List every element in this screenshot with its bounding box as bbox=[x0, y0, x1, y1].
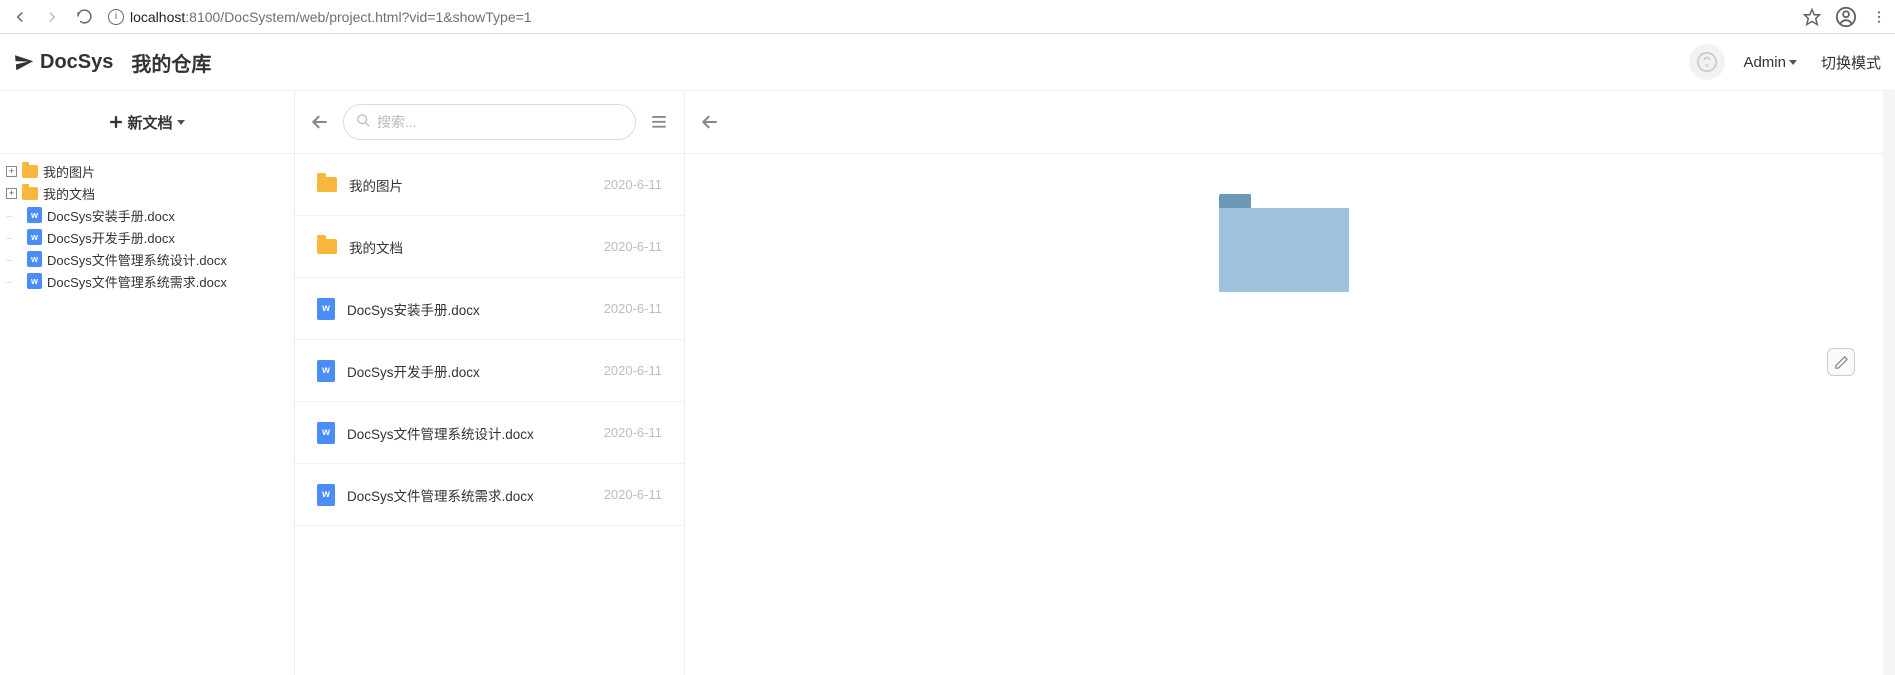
browser-forward-button bbox=[40, 5, 64, 29]
tree-connector: ┈ bbox=[6, 230, 24, 245]
tree-pane: 新文档 +我的图片+我的文档┈wDocSys安装手册.docx┈wDocSys开… bbox=[0, 91, 295, 675]
word-file-icon: w bbox=[317, 422, 335, 444]
list-item-name: 我的图片 bbox=[349, 175, 592, 195]
site-info-icon[interactable]: i bbox=[108, 9, 124, 25]
list-back-button[interactable] bbox=[307, 109, 333, 135]
word-file-icon: w bbox=[27, 251, 42, 267]
tree-expand-icon[interactable]: + bbox=[6, 188, 17, 199]
page-title: 我的仓库 bbox=[131, 48, 211, 77]
list-item[interactable]: 我的文档 2020-6-11 bbox=[295, 216, 684, 278]
tree-file-node[interactable]: ┈w DocSys文件管理系统需求.docx bbox=[6, 270, 288, 292]
list-item-date: 2020-6-11 bbox=[604, 363, 662, 378]
search-icon bbox=[356, 113, 371, 131]
list-item-name: DocSys文件管理系统设计.docx bbox=[347, 423, 592, 443]
word-file-icon: w bbox=[317, 484, 335, 506]
search-input[interactable] bbox=[377, 114, 623, 130]
view-mode-list-button[interactable] bbox=[646, 109, 672, 135]
url-host: localhost bbox=[130, 9, 185, 25]
caret-down-icon bbox=[177, 120, 185, 125]
tree-expand-icon[interactable]: + bbox=[6, 166, 17, 177]
list-item[interactable]: 我的图片 2020-6-11 bbox=[295, 154, 684, 216]
app-header: DocSys 我的仓库 Admin 切换模式 bbox=[0, 34, 1895, 91]
tree-connector: ┈ bbox=[6, 274, 24, 289]
folder-icon bbox=[22, 165, 38, 178]
list-item-date: 2020-6-11 bbox=[604, 425, 662, 440]
tree-toolbar: 新文档 bbox=[0, 91, 294, 154]
word-file-icon: w bbox=[27, 229, 42, 245]
tree-folder-node[interactable]: + 我的文档 bbox=[6, 182, 288, 204]
folder-preview-icon bbox=[1219, 194, 1349, 292]
url-path: :8100/DocSystem/web/project.html?vid=1&s… bbox=[185, 9, 531, 25]
folder-icon bbox=[317, 177, 337, 192]
list-item-date: 2020-6-11 bbox=[604, 487, 662, 502]
list-item-name: DocSys安装手册.docx bbox=[347, 299, 592, 319]
tree-node-label: 我的文档 bbox=[43, 184, 95, 203]
list-item-name: DocSys文件管理系统需求.docx bbox=[347, 485, 592, 505]
word-file-icon: w bbox=[27, 207, 42, 223]
tree-file-node[interactable]: ┈w DocSys开发手册.docx bbox=[6, 226, 288, 248]
brand-name: DocSys bbox=[40, 51, 113, 74]
list-item-name: DocSys开发手册.docx bbox=[347, 361, 592, 381]
tree-file-node[interactable]: ┈w DocSys安装手册.docx bbox=[6, 204, 288, 226]
tree-node-label: DocSys文件管理系统需求.docx bbox=[47, 272, 227, 291]
tree-node-label: 我的图片 bbox=[43, 162, 95, 181]
list-item-date: 2020-6-11 bbox=[604, 301, 662, 316]
file-tree: +我的图片+我的文档┈wDocSys安装手册.docx┈wDocSys开发手册.… bbox=[0, 154, 294, 298]
list-item[interactable]: w DocSys文件管理系统设计.docx 2020-6-11 bbox=[295, 402, 684, 464]
brand-logo[interactable]: DocSys bbox=[14, 51, 113, 74]
tree-node-label: DocSys文件管理系统设计.docx bbox=[47, 250, 227, 269]
browser-menu-icon[interactable] bbox=[1871, 9, 1887, 25]
tree-connector: ┈ bbox=[6, 208, 24, 223]
browser-profile-icon[interactable] bbox=[1835, 6, 1857, 28]
tree-folder-node[interactable]: + 我的图片 bbox=[6, 160, 288, 182]
list-item[interactable]: w DocSys文件管理系统需求.docx 2020-6-11 bbox=[295, 464, 684, 526]
caret-down-icon bbox=[1789, 60, 1797, 65]
list-item[interactable]: w DocSys安装手册.docx 2020-6-11 bbox=[295, 278, 684, 340]
search-box[interactable] bbox=[343, 104, 636, 140]
detail-pane bbox=[685, 91, 1883, 675]
list-item-name: 我的文档 bbox=[349, 237, 592, 257]
tree-file-node[interactable]: ┈w DocSys文件管理系统设计.docx bbox=[6, 248, 288, 270]
new-document-label: 新文档 bbox=[127, 112, 172, 133]
file-list: 我的图片 2020-6-11 我的文档 2020-6-11 w DocSys安装手册.do… bbox=[295, 154, 684, 675]
tree-node-label: DocSys开发手册.docx bbox=[47, 228, 175, 247]
list-item-date: 2020-6-11 bbox=[604, 239, 662, 254]
list-item[interactable]: w DocSys开发手册.docx 2020-6-11 bbox=[295, 340, 684, 402]
detail-body bbox=[685, 154, 1883, 675]
switch-mode-link[interactable]: 切换模式 bbox=[1821, 52, 1881, 73]
list-pane: 我的图片 2020-6-11 我的文档 2020-6-11 w DocSys安装手册.do… bbox=[295, 91, 685, 675]
tree-connector: ┈ bbox=[6, 252, 24, 267]
detail-toolbar bbox=[685, 91, 1883, 154]
folder-icon bbox=[317, 239, 337, 254]
browser-url-bar[interactable]: i localhost:8100/DocSystem/web/project.h… bbox=[104, 9, 1795, 25]
list-toolbar bbox=[295, 91, 684, 154]
browser-reload-button[interactable] bbox=[72, 5, 96, 29]
word-file-icon: w bbox=[317, 360, 335, 382]
browser-chrome: i localhost:8100/DocSystem/web/project.h… bbox=[0, 0, 1895, 34]
admin-dropdown[interactable]: Admin bbox=[1743, 54, 1797, 71]
new-document-button[interactable]: 新文档 bbox=[109, 112, 184, 133]
list-item-date: 2020-6-11 bbox=[604, 177, 662, 192]
main-layout: 新文档 +我的图片+我的文档┈wDocSys安装手册.docx┈wDocSys开… bbox=[0, 91, 1895, 675]
word-file-icon: w bbox=[317, 298, 335, 320]
browser-back-button[interactable] bbox=[8, 5, 32, 29]
avatar[interactable] bbox=[1689, 44, 1725, 80]
folder-icon bbox=[22, 187, 38, 200]
word-file-icon: w bbox=[27, 273, 42, 289]
admin-label: Admin bbox=[1743, 54, 1786, 71]
edit-button[interactable] bbox=[1827, 348, 1855, 376]
tree-node-label: DocSys安装手册.docx bbox=[47, 206, 175, 225]
bookmark-star-icon[interactable] bbox=[1803, 8, 1821, 26]
detail-back-button[interactable] bbox=[697, 109, 723, 135]
scrollbar[interactable] bbox=[1883, 91, 1895, 675]
